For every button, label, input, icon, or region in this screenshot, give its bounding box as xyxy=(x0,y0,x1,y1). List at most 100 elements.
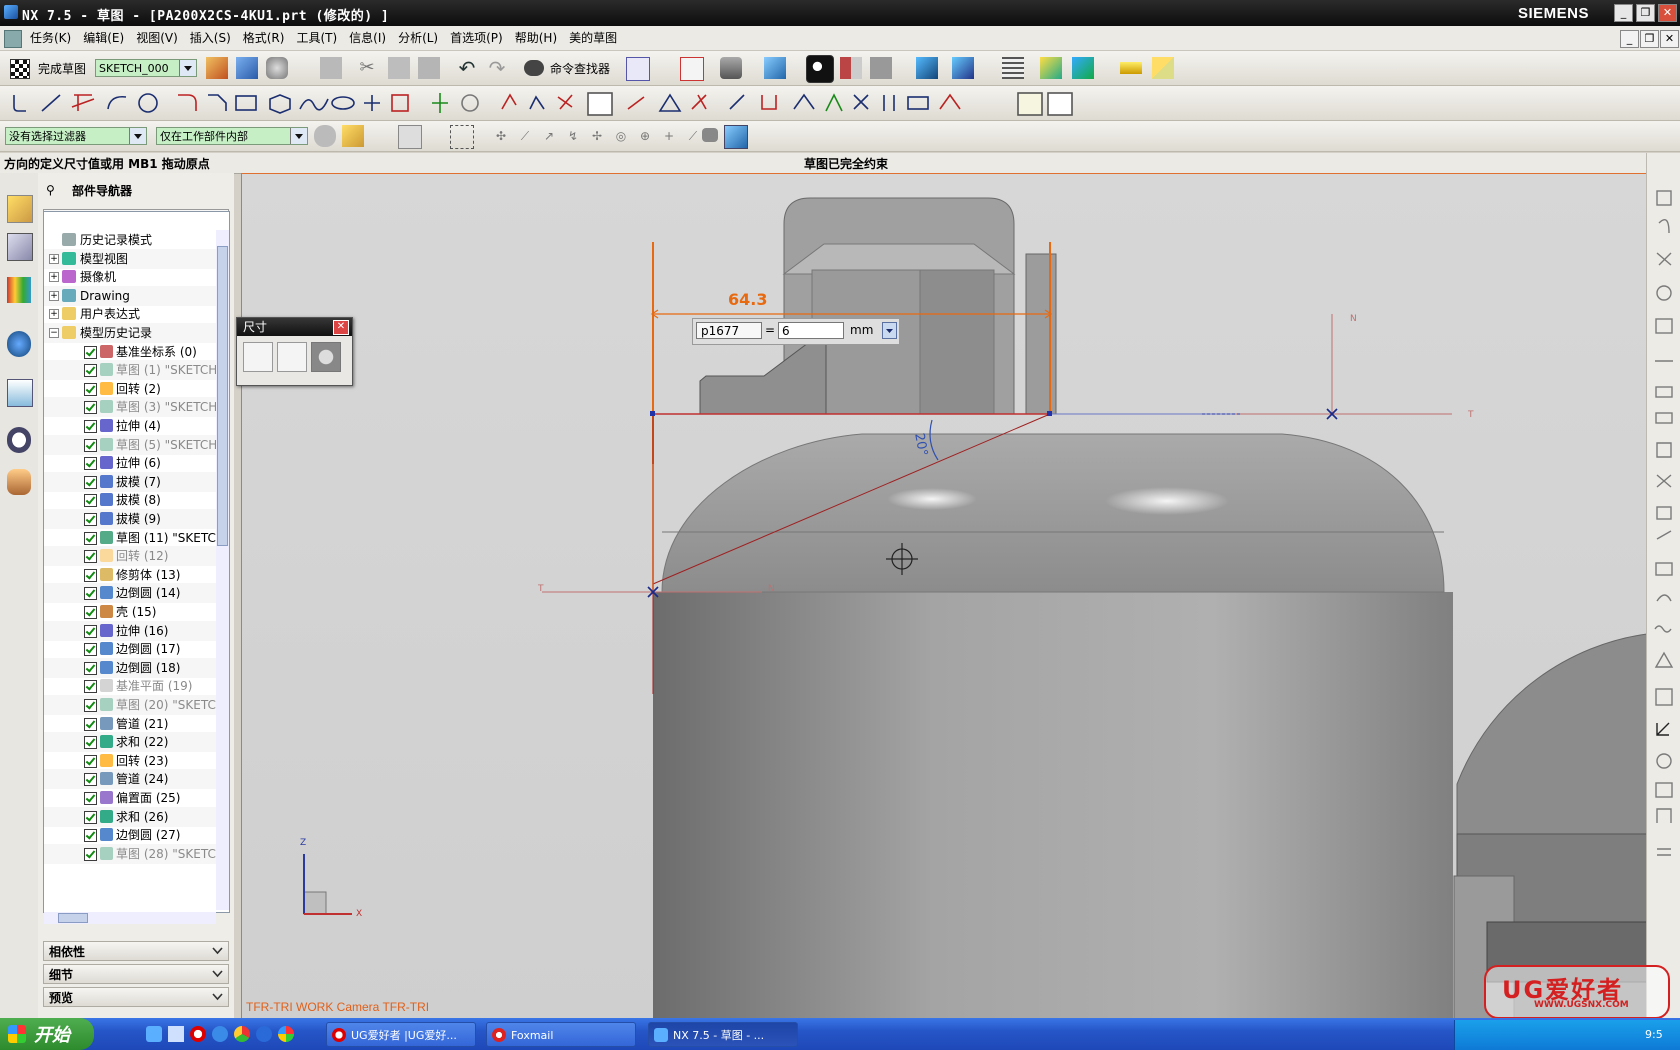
visibility-checkbox[interactable] xyxy=(84,810,97,824)
layer-icon[interactable] xyxy=(916,57,938,79)
orient-view-icon[interactable] xyxy=(764,57,786,79)
chrome-icon[interactable] xyxy=(234,1026,250,1042)
opera-icon[interactable] xyxy=(190,1026,206,1042)
visibility-checkbox[interactable] xyxy=(84,624,97,638)
visibility-checkbox[interactable] xyxy=(84,420,97,433)
visibility-checkbox[interactable] xyxy=(84,829,97,843)
selection-box-icon[interactable] xyxy=(450,125,474,149)
menu-task[interactable]: 任务(K) xyxy=(24,26,77,50)
tree-row[interactable]: 回转 (23) xyxy=(44,751,216,771)
graphics-window[interactable]: 64.3 20° TFR-TRI WORK Camera TFR-TRI Z X… xyxy=(241,173,1647,1019)
tree-row[interactable]: 草图 (11) "SKETC xyxy=(44,528,216,548)
visibility-checkbox[interactable] xyxy=(84,382,97,396)
settings-gear-icon[interactable] xyxy=(311,342,341,372)
tree-row[interactable]: 回转 (2) xyxy=(44,379,216,399)
chain-icon[interactable] xyxy=(398,125,422,149)
tree-row[interactable]: + 模型视图 xyxy=(44,248,216,269)
visibility-checkbox[interactable] xyxy=(84,513,97,526)
bounded-grid-icon[interactable] xyxy=(702,128,718,142)
cut-icon[interactable]: ✂ xyxy=(356,57,378,79)
tree-row[interactable]: 求和 (26) xyxy=(44,806,216,827)
measure-icon[interactable] xyxy=(1120,62,1142,74)
clock[interactable]: 9:5 xyxy=(1645,1028,1663,1041)
doc-menu-icon[interactable] xyxy=(4,30,22,48)
copy-icon[interactable] xyxy=(388,57,410,79)
start-button[interactable]: 开始 xyxy=(0,1018,94,1050)
visibility-checkbox[interactable] xyxy=(84,643,97,657)
tree-row[interactable]: 拔模 (8) xyxy=(44,490,216,510)
tree-row[interactable]: 基准平面 (19) xyxy=(44,676,216,696)
history-icon[interactable] xyxy=(7,427,31,453)
menu-view[interactable]: 视图(V) xyxy=(130,26,184,50)
sketch-orient-icon[interactable] xyxy=(206,57,228,79)
redo-icon[interactable]: ↷ xyxy=(486,57,508,79)
cube-icon[interactable] xyxy=(724,125,748,149)
section-icon[interactable] xyxy=(840,57,862,79)
menu-info[interactable]: 信息(I) xyxy=(343,26,392,50)
minimize-button[interactable]: _ xyxy=(1614,4,1633,22)
visibility-checkbox[interactable] xyxy=(84,364,97,378)
part-navigator-icon[interactable] xyxy=(7,233,33,261)
tree-row[interactable]: 拉伸 (4) xyxy=(44,416,216,436)
chevron-down-icon[interactable] xyxy=(290,128,307,144)
tree-row[interactable]: + 摄像机 xyxy=(44,267,216,287)
expand-icon[interactable]: + xyxy=(49,272,59,283)
tree-row[interactable]: 草图 (5) "SKETCH xyxy=(44,434,216,455)
tree-row[interactable]: 偏置面 (25) xyxy=(44,788,216,808)
browser-icon[interactable] xyxy=(256,1026,272,1042)
menu-help[interactable]: 帮助(H) xyxy=(509,26,563,50)
menu-preferences[interactable]: 首选项(P) xyxy=(444,26,509,50)
sketch-name-combo[interactable]: SKETCH_000 xyxy=(95,59,197,77)
ruler-icon[interactable] xyxy=(1152,57,1174,79)
filter-settings-icon[interactable] xyxy=(314,125,336,147)
roles-icon[interactable] xyxy=(7,469,31,495)
tree-scrollbar-v[interactable] xyxy=(216,230,229,910)
endpoint-icon[interactable]: ✣ xyxy=(490,125,512,147)
close-window-button[interactable]: ✕ xyxy=(1658,4,1677,22)
assembly-navigator-icon[interactable] xyxy=(7,195,33,223)
visibility-checkbox[interactable] xyxy=(84,401,97,415)
visibility-checkbox[interactable] xyxy=(84,606,97,619)
scroll-thumb-h[interactable] xyxy=(58,913,88,923)
expand-icon[interactable]: + xyxy=(49,253,59,264)
save-icon[interactable] xyxy=(320,57,342,79)
reference-dimension-icon[interactable] xyxy=(277,342,307,372)
ie-icon[interactable] xyxy=(212,1026,228,1042)
tree-row[interactable]: 管道 (21) xyxy=(44,714,216,734)
visibility-checkbox[interactable] xyxy=(84,345,97,359)
play-icon[interactable] xyxy=(1072,57,1094,79)
hd3d-icon[interactable] xyxy=(7,331,31,357)
tree-row[interactable]: 草图 (20) "SKETC xyxy=(44,695,216,715)
web-browser-icon[interactable] xyxy=(7,379,33,407)
visibility-checkbox[interactable] xyxy=(84,736,97,750)
visibility-checkbox[interactable] xyxy=(84,661,97,675)
point-on-curve-icon[interactable]: + xyxy=(658,125,680,147)
tree-row[interactable]: 草图 (1) "SKETCH xyxy=(44,360,216,381)
tree-row[interactable]: + Drawing xyxy=(44,285,216,306)
expand-icon[interactable]: − xyxy=(49,328,59,338)
task-nx[interactable]: NX 7.5 - 草图 - ... xyxy=(648,1022,798,1047)
expand-icon[interactable]: + xyxy=(49,290,59,301)
paste-icon[interactable] xyxy=(418,57,440,79)
visibility-checkbox[interactable] xyxy=(84,568,97,582)
doc-close-button[interactable]: ✕ xyxy=(1660,30,1679,48)
undo-icon[interactable]: ↶ xyxy=(456,57,478,79)
task-foxmail[interactable]: Foxmail xyxy=(486,1022,636,1047)
expand-icon[interactable]: + xyxy=(49,309,59,320)
command-finder-button[interactable]: 命令查找器 xyxy=(524,57,618,79)
tree-row[interactable]: 拉伸 (6) xyxy=(44,453,216,473)
menu-format[interactable]: 格式(R) xyxy=(237,26,291,50)
tree-row[interactable]: − 模型历史记录 xyxy=(44,323,216,343)
intersection-point-icon[interactable]: ↯ xyxy=(562,125,584,147)
existing-point-icon[interactable]: ⊕ xyxy=(634,125,656,147)
tree-row[interactable]: 求和 (22) xyxy=(44,732,216,753)
doc-restore-button[interactable]: ❐ xyxy=(1640,30,1659,48)
expression-name-field[interactable]: p1677 xyxy=(696,322,762,339)
tree-row[interactable]: 边倒圆 (17) xyxy=(44,639,216,659)
chevron-down-icon[interactable] xyxy=(129,128,146,144)
selection-filter-combo[interactable]: 没有选择过滤器 xyxy=(5,127,147,145)
update-model-icon[interactable] xyxy=(266,57,288,79)
visibility-checkbox[interactable] xyxy=(84,457,97,471)
quadrant-icon[interactable]: ◎ xyxy=(610,125,632,147)
control-point-icon[interactable]: ↗ xyxy=(538,125,560,147)
